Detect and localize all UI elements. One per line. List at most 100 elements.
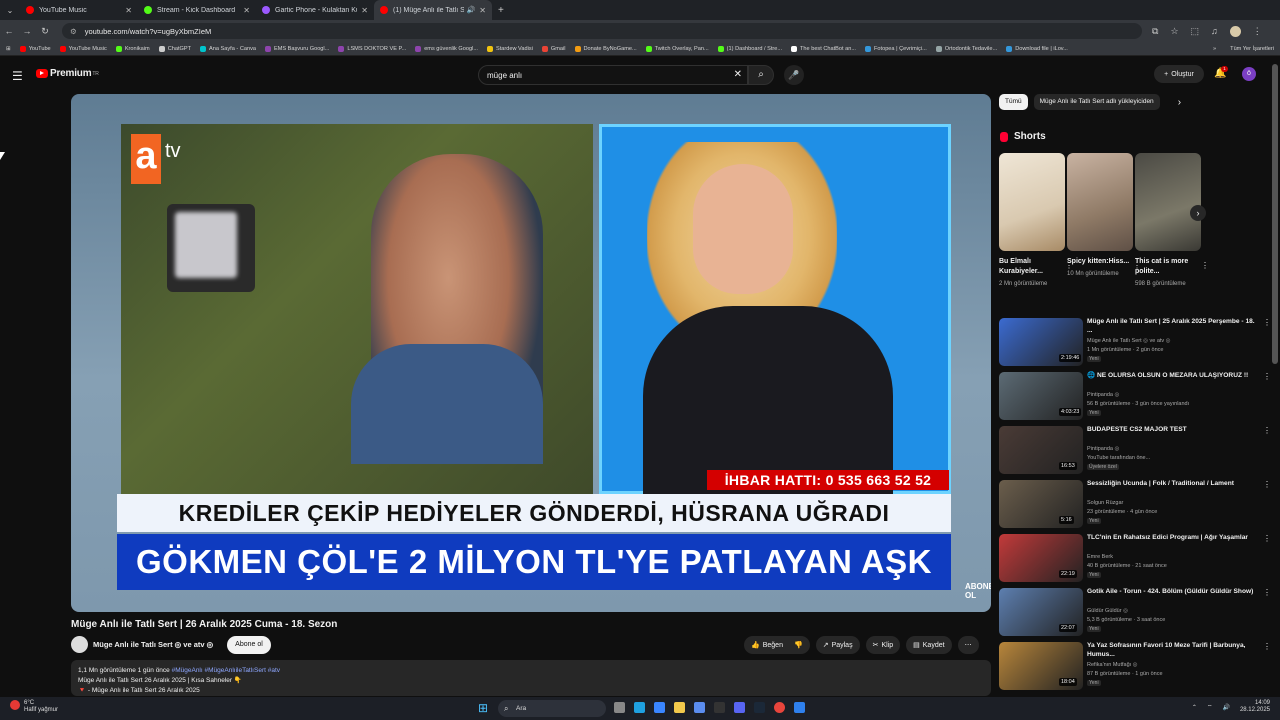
store-icon[interactable]	[654, 702, 665, 713]
bookmark-star-icon[interactable]: ☆	[1170, 26, 1178, 37]
video-title[interactable]: Gotik Aile - Torun - 424. Bölüm (Güldür …	[1087, 588, 1257, 597]
back-icon[interactable]: ←	[0, 26, 18, 36]
media-control-icon[interactable]: ♫	[1211, 26, 1218, 36]
channel-name[interactable]: Solgun Rüzgar	[1087, 500, 1123, 506]
bookmark-item[interactable]: Donate ByNoGame...	[574, 45, 637, 52]
short-item[interactable]: Spicy kitten:Hiss... 10 Mn görüntüleme ⋮	[1067, 153, 1141, 279]
forward-icon[interactable]: →	[18, 26, 36, 36]
clear-search-icon[interactable]: ✕	[734, 69, 742, 80]
short-thumbnail[interactable]	[1135, 153, 1201, 251]
tab-youtube-video[interactable]: (1) Müge Anlı ile Tatlı Sert |🔊✕	[374, 0, 492, 20]
more-options-icon[interactable]: ⋮	[1263, 588, 1271, 597]
share-button[interactable]: ↗ Paylaş	[815, 636, 860, 654]
close-tab-icon[interactable]: ✕	[125, 6, 132, 15]
channel-name[interactable]: Pintipanda ◎	[1087, 392, 1119, 398]
more-options-icon[interactable]: ⋮	[1263, 372, 1271, 381]
more-options-icon[interactable]: ⋮	[1263, 534, 1271, 543]
bookmark-item[interactable]: Kronikaim	[115, 45, 150, 52]
audio-playing-icon[interactable]: 🔊	[467, 6, 476, 14]
extensions-icon[interactable]: ⬚	[1191, 26, 1200, 37]
more-actions-icon[interactable]: ⋯	[957, 636, 979, 654]
channel-name[interactable]: Güldür Güldür ◎	[1087, 608, 1128, 614]
close-tab-icon[interactable]: ✕	[243, 6, 250, 15]
more-options-icon[interactable]: ⋮	[1263, 642, 1271, 651]
search-input[interactable]: müge anlı ✕	[478, 65, 748, 85]
video-title[interactable]: BUDAPESTE CS2 MAJOR TEST	[1087, 426, 1257, 435]
recommended-video[interactable]: 5:16 Sessizliğin Ucunda | Folk / Traditio…	[999, 480, 1271, 530]
channel-name[interactable]: Emre Berk	[1087, 554, 1113, 560]
bookmark-item[interactable]: The best ChatBot an...	[791, 45, 856, 52]
steam-icon[interactable]	[754, 702, 765, 713]
clock[interactable]: 14:09 28.12.2025	[1240, 700, 1270, 714]
more-options-icon[interactable]: ⋮	[1263, 426, 1271, 435]
recommended-video[interactable]: 16:53 BUDAPESTE CS2 MAJOR TEST Pintipanda …	[999, 426, 1271, 476]
bookmark-item[interactable]: LSMS DOKTOR VE P...	[338, 45, 406, 52]
subscribe-watermark[interactable]: ABONE OL	[965, 582, 991, 600]
description-box[interactable]: 1,1 Mn görüntüleme 1 gün önce #MügeAnlı …	[71, 660, 991, 696]
tab-search-icon[interactable]: ⌄	[0, 6, 20, 15]
chrome-icon[interactable]	[774, 702, 785, 713]
notes-icon[interactable]	[694, 702, 705, 713]
apps-grid-icon[interactable]: ⊞	[6, 46, 11, 52]
channel-name[interactable]: Müge Anlı ile Tatlı Sert ◎ ve atv ◎	[1087, 338, 1170, 344]
account-avatar[interactable]: ö	[1242, 67, 1256, 81]
windows-start-icon[interactable]: ⊞	[478, 701, 488, 715]
bookmark-item[interactable]: YouTube	[19, 45, 51, 52]
subscribe-button[interactable]: Abone ol	[227, 636, 271, 654]
menu-icon[interactable]: ☰	[12, 69, 23, 83]
bookmark-item[interactable]: Fotopea | Çevrimiçi...	[865, 45, 927, 52]
short-thumbnail[interactable]	[999, 153, 1065, 251]
vpn-icon[interactable]	[794, 702, 805, 713]
short-item[interactable]: Bu Elmalı Kurabiyeler... 2 Mn görüntülem…	[999, 153, 1073, 289]
bookmark-item[interactable]: Download file | iLov...	[1006, 45, 1068, 52]
like-button[interactable]: 👍 Beğen 👎	[744, 636, 810, 654]
close-tab-icon[interactable]: ✕	[361, 6, 368, 15]
reload-icon[interactable]: ↻	[36, 26, 54, 37]
site-info-icon[interactable]: ⚙	[70, 27, 77, 36]
video-player[interactable]: a tv İHBAR HATTI: 0 535 663 52 52 KREDİLE…	[71, 94, 991, 612]
dislike-icon[interactable]: 👎	[794, 641, 803, 649]
volume-icon[interactable]: 🔊	[1222, 704, 1229, 711]
channel-name[interactable]: Refika'nın Mutfağı ◎	[1087, 662, 1137, 668]
bookmark-item[interactable]: (1) Dashboard / Stre...	[717, 45, 782, 52]
bookmark-item[interactable]: Gmail	[541, 45, 566, 52]
chevron-right-icon[interactable]: ›	[1178, 97, 1181, 108]
short-item[interactable]: This cat is more polite... 598 B görüntü…	[1135, 153, 1209, 289]
install-app-icon[interactable]: ⧉	[1152, 26, 1158, 37]
clip-button[interactable]: ✂ Klip	[865, 636, 901, 654]
recommended-video[interactable]: 18:04 Ya Yaz Sofrasının Favori 10 Meze Ta…	[999, 642, 1271, 692]
discord-icon[interactable]	[734, 702, 745, 713]
recommended-video[interactable]: 22:19 TLC'nin En Rahatsız Edici Programı …	[999, 534, 1271, 584]
obs-icon[interactable]	[714, 702, 725, 713]
more-bookmarks-icon[interactable]: »	[1213, 46, 1216, 52]
bookmark-item[interactable]: Ortodontik Tedavile...	[935, 45, 997, 52]
video-title[interactable]: TLC'nin En Rahatsız Edici Programı | Ağı…	[1087, 534, 1257, 543]
youtube-premium-logo[interactable]: Premium TR	[36, 68, 99, 79]
profile-avatar[interactable]	[1229, 25, 1241, 37]
new-tab-button[interactable]: +	[498, 5, 504, 16]
more-options-icon[interactable]: ⋮	[1263, 318, 1271, 327]
channel-name[interactable]: Pintipanda ◎	[1087, 446, 1119, 452]
video-title[interactable]: Müge Anlı ile Tatlı Sert | 25 Aralık 202…	[1087, 318, 1257, 335]
shorts-next-icon[interactable]: ›	[1190, 205, 1206, 221]
bookmark-item[interactable]: ChatGPT	[158, 45, 191, 52]
channel-name[interactable]: Müge Anlı ile Tatlı Sert ◎ ve atv ◎	[93, 640, 213, 649]
taskbar-search[interactable]: Ara	[498, 700, 606, 717]
bookmark-item[interactable]: Twitch Overlay, Pan...	[645, 45, 709, 52]
recommended-video[interactable]: 4:03:23 🌐 NE OLURSA OLSUN O MEZARA ULAŞIY…	[999, 372, 1271, 422]
bookmark-item[interactable]: EMS Başvuru Googl...	[264, 45, 329, 52]
tab-youtube-music[interactable]: YouTube Music ✕	[20, 0, 138, 20]
short-thumbnail[interactable]	[1067, 153, 1133, 251]
browser-menu-icon[interactable]: ⋮	[1253, 26, 1262, 37]
create-button[interactable]: + Oluştur	[1154, 65, 1204, 83]
file-explorer-icon[interactable]	[674, 702, 685, 713]
chip-all[interactable]: Tümü	[999, 94, 1028, 110]
task-view-icon[interactable]	[614, 702, 625, 713]
tray-overflow-icon[interactable]: ⌃	[1192, 704, 1197, 711]
more-options-icon[interactable]: ⋮	[1263, 480, 1271, 489]
microphone-icon[interactable]: 🎤	[784, 65, 804, 85]
save-button[interactable]: ▤ Kaydet	[906, 636, 952, 654]
weather-widget[interactable]: 6°C Hafif yağmur	[10, 700, 58, 714]
page-scrollbar[interactable]	[1272, 64, 1278, 364]
bookmark-item[interactable]: ems güvenlik Googl...	[415, 45, 478, 52]
